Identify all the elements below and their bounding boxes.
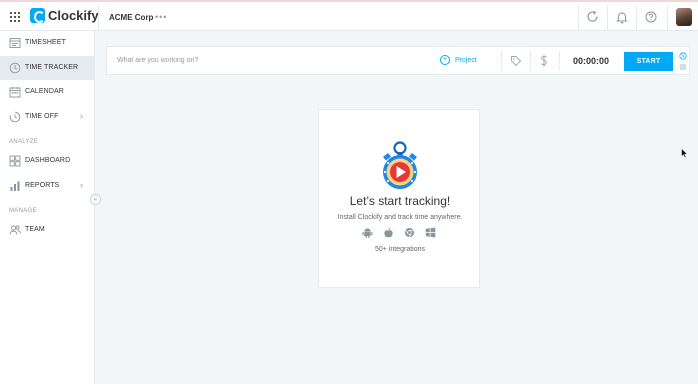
empty-state-title: Let’s start tracking! bbox=[349, 194, 451, 208]
chevron-right-icon: › bbox=[80, 180, 83, 190]
sidebar-item-timesheet[interactable]: TIMESHEET bbox=[0, 31, 95, 55]
sidebar-item-team[interactable]: TEAM bbox=[0, 218, 95, 242]
sidebar: TIMESHEET TIME TRACKER CALENDAR TIME OFF… bbox=[0, 31, 95, 384]
refresh-icon[interactable] bbox=[586, 10, 600, 24]
apple-icon[interactable] bbox=[383, 227, 394, 238]
empty-state-subtitle: Install Clockify and track time anywhere… bbox=[337, 214, 463, 221]
divider bbox=[667, 5, 668, 31]
stopwatch-illustration-icon bbox=[383, 141, 417, 189]
time-tracker-bar: + Project 00:00:00 START bbox=[106, 46, 690, 75]
platform-icons bbox=[362, 227, 438, 239]
add-circle-icon: + bbox=[440, 55, 450, 65]
divider bbox=[98, 5, 99, 31]
sidebar-item-label: DASHBOARD bbox=[25, 157, 71, 164]
apps-grid-icon[interactable] bbox=[10, 12, 20, 22]
timer-mode-icon[interactable] bbox=[679, 52, 687, 60]
mouse-cursor-icon bbox=[681, 148, 688, 158]
android-icon[interactable] bbox=[362, 227, 373, 238]
collapse-sidebar-button[interactable]: « bbox=[90, 194, 101, 205]
divider bbox=[607, 5, 608, 31]
sidebar-item-dashboard[interactable]: DASHBOARD bbox=[0, 149, 95, 173]
manual-mode-icon[interactable] bbox=[679, 63, 687, 71]
workspace-name[interactable]: ACME Corp bbox=[109, 13, 153, 22]
sidebar-item-label: REPORTS bbox=[25, 182, 60, 189]
reports-icon bbox=[10, 181, 20, 191]
project-picker[interactable]: + Project bbox=[440, 55, 477, 65]
time-off-icon bbox=[9, 111, 21, 123]
dashboard-icon bbox=[9, 155, 21, 167]
top-bar: Clockify ACME Corp ••• bbox=[0, 0, 698, 31]
app-name: Clockify bbox=[48, 8, 99, 23]
help-icon[interactable] bbox=[644, 10, 658, 24]
integrations-link[interactable]: 50+ integrations bbox=[319, 246, 481, 253]
sidebar-item-label: TEAM bbox=[25, 226, 45, 233]
chevron-right-icon: › bbox=[80, 111, 83, 121]
more-options-button[interactable]: ••• bbox=[155, 12, 167, 22]
billable-dollar-icon[interactable] bbox=[539, 54, 549, 68]
sidebar-item-time-tracker[interactable]: TIME TRACKER bbox=[0, 56, 95, 80]
divider bbox=[578, 5, 579, 31]
sidebar-item-label: TIMESHEET bbox=[25, 39, 66, 46]
sidebar-item-reports[interactable]: REPORTS › bbox=[0, 174, 95, 198]
timer-display: 00:00:00 bbox=[573, 56, 610, 66]
sidebar-item-calendar[interactable]: CALENDAR bbox=[0, 80, 95, 104]
app-logo[interactable]: Clockify bbox=[30, 8, 99, 23]
divider bbox=[636, 5, 637, 31]
empty-state-card: Let’s start tracking! Install Clockify a… bbox=[318, 109, 480, 288]
section-label-manage: MANAGE bbox=[9, 208, 37, 214]
divider bbox=[559, 52, 560, 70]
timesheet-icon bbox=[9, 38, 21, 48]
clock-icon bbox=[9, 62, 21, 74]
section-label-analyze: ANALYZE bbox=[9, 139, 38, 145]
project-label: Project bbox=[455, 56, 477, 64]
sidebar-item-label: TIME OFF bbox=[25, 113, 59, 120]
bell-icon[interactable] bbox=[615, 10, 629, 24]
clockify-logo-icon bbox=[30, 8, 45, 23]
tag-icon[interactable] bbox=[510, 55, 522, 67]
start-button[interactable]: START bbox=[624, 52, 673, 71]
sidebar-item-label: CALENDAR bbox=[25, 88, 64, 95]
divider bbox=[530, 52, 531, 70]
description-input[interactable] bbox=[117, 57, 407, 64]
team-icon bbox=[9, 225, 21, 235]
calendar-icon bbox=[9, 87, 21, 98]
sidebar-item-label: TIME TRACKER bbox=[25, 64, 79, 71]
windows-icon[interactable] bbox=[425, 227, 436, 238]
divider bbox=[501, 52, 502, 70]
sidebar-item-time-off[interactable]: TIME OFF › bbox=[0, 105, 95, 129]
avatar[interactable] bbox=[676, 8, 692, 26]
chrome-icon[interactable] bbox=[404, 227, 415, 238]
